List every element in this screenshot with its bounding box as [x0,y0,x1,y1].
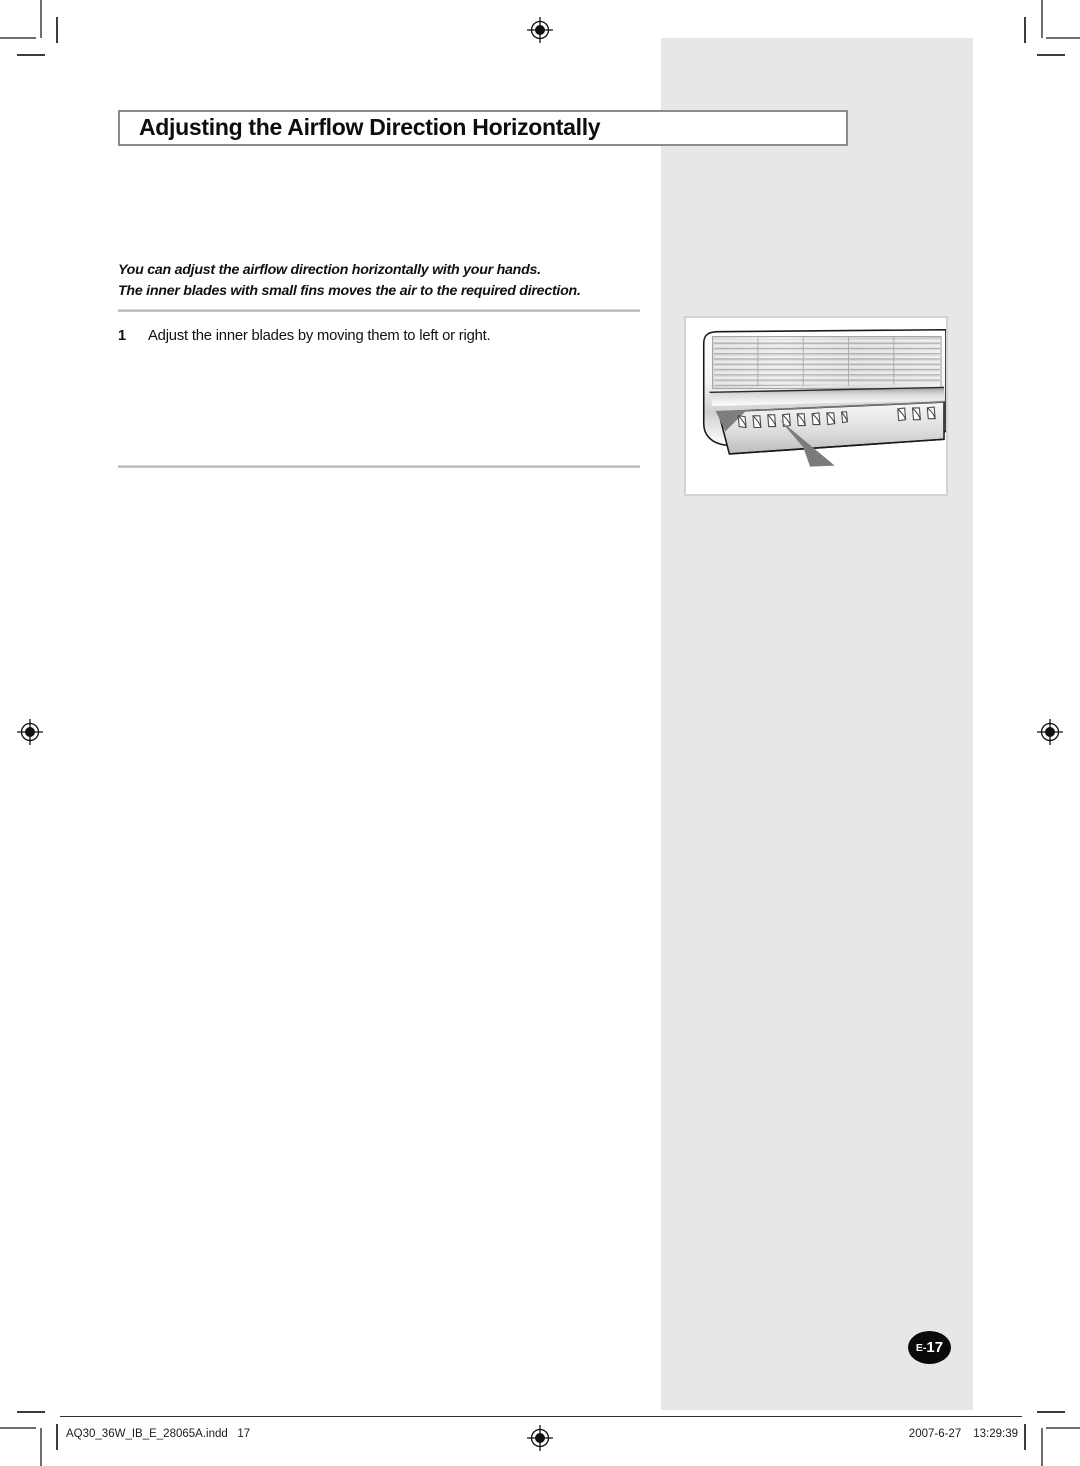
registration-mark-right [1037,719,1063,745]
inner-fin [841,411,849,424]
crop-mark-bottom-right-horizontal [1046,1427,1080,1429]
inner-fin [897,407,907,422]
intro-line-1: You can adjust the airflow direction hor… [118,262,541,278]
inner-fin [781,413,791,428]
inner-fin [737,415,747,429]
registration-mark-bottom [527,1425,553,1451]
inner-fin [752,415,762,429]
crop-mark-top-left-horizontal [0,37,36,39]
crop-mark-top-left-vertical [40,0,42,38]
trim-mark-bottom-right-vertical [1024,1424,1026,1450]
trim-mark-top-left-horizontal [17,54,45,56]
footer-time: 13:29:39 [973,1428,1018,1440]
inner-fin [911,407,921,421]
page-number-badge: E- 17 [908,1331,951,1364]
divider-rule-bottom [118,465,640,468]
registration-mark-left [17,719,43,745]
footer-filename-group: AQ30_36W_IB_E_28065A.indd 17 [66,1428,250,1440]
trim-mark-top-right-horizontal [1037,54,1065,56]
step-text: Adjust the inner blades by moving them t… [148,328,491,344]
footer-timestamp-group: 2007-6-27 13:29:39 [909,1428,1018,1440]
horizontal-blade-bar [717,401,945,455]
page-badge-number: 17 [926,1339,944,1356]
crop-mark-top-right-vertical [1041,0,1043,38]
page-badge-prefix: E- [915,1341,927,1354]
footer-divider [60,1416,1022,1417]
trim-mark-top-right-vertical [1024,17,1026,43]
trim-mark-top-left-vertical [56,17,58,43]
crop-mark-bottom-left-horizontal [0,1427,36,1429]
crop-mark-bottom-left-vertical [40,1428,42,1466]
inner-fin [767,414,777,428]
footer-date: 2007-6-27 [908,1428,962,1440]
crop-mark-bottom-right-vertical [1041,1428,1043,1466]
footer-page-number: 17 [237,1428,251,1440]
page-title: Adjusting the Airflow Direction Horizont… [139,113,601,140]
registration-mark-top [527,17,553,43]
inner-fin [811,412,821,426]
trim-mark-bottom-left-vertical [56,1424,58,1450]
footer-filename: AQ30_36W_IB_E_28065A.indd [66,1428,228,1440]
inner-fin [796,413,806,427]
trim-mark-bottom-right-horizontal [1037,1411,1065,1413]
divider-rule-top [118,309,640,312]
step-number: 1 [118,328,127,344]
illustration-svg [702,328,946,467]
intro-line-2: The inner blades with small fins moves t… [118,283,581,299]
section-title-box: Adjusting the Airflow Direction Horizont… [118,110,848,146]
intro-paragraph: You can adjust the airflow direction hor… [118,260,658,302]
page-tint-panel [661,38,973,1410]
inner-fin [826,412,836,426]
air-conditioner-inner-blades-illustration [684,316,948,496]
crop-mark-top-right-horizontal [1046,37,1080,39]
instruction-step: 1 Adjust the inner blades by moving them… [118,326,658,346]
trim-mark-bottom-left-horizontal [17,1411,45,1413]
inner-fin [926,406,936,420]
